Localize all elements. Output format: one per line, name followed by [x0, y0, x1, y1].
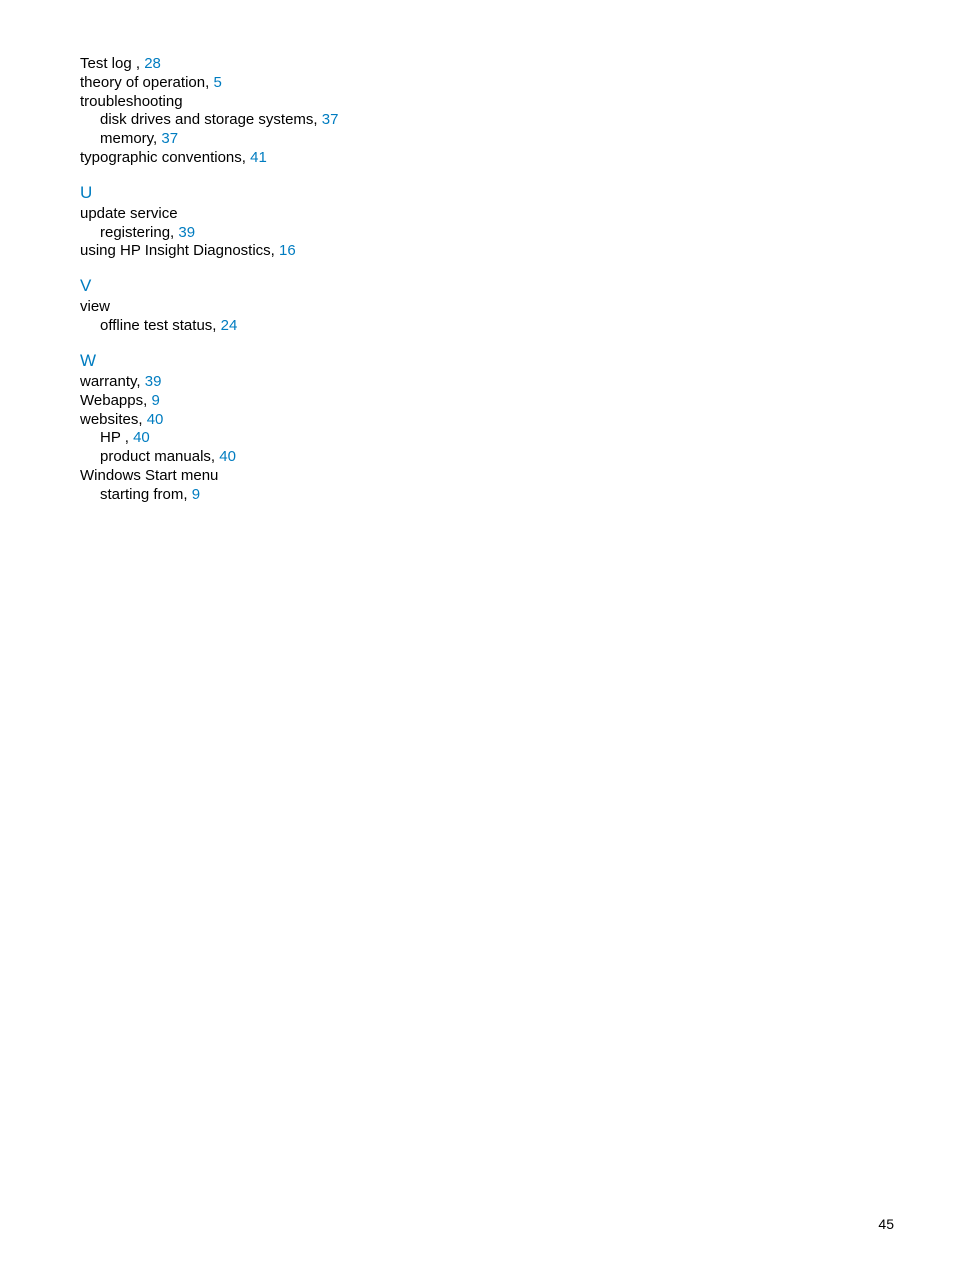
page-ref[interactable]: 40 — [219, 448, 236, 465]
index-text: warranty, — [80, 373, 141, 390]
page-ref[interactable]: 5 — [213, 74, 221, 91]
index-text: theory of operation, — [80, 74, 209, 91]
index-text: offline test status, — [100, 317, 216, 334]
index-subentry-memory: memory, 37 — [80, 130, 894, 149]
index-entry-test-log: Test log , 28 — [80, 55, 894, 74]
index-text: typographic conventions, — [80, 149, 246, 166]
page-number: 45 — [878, 1216, 894, 1234]
page-ref[interactable]: 39 — [145, 373, 162, 390]
page-ref[interactable]: 9 — [192, 486, 200, 503]
page-ref[interactable]: 40 — [147, 411, 164, 428]
index-text: update service — [80, 205, 178, 222]
index-text: memory, — [100, 130, 157, 147]
page-ref[interactable]: 28 — [144, 55, 161, 72]
index-heading-v: V — [80, 275, 894, 296]
index-subentry-hp: HP , 40 — [80, 429, 894, 448]
index-subentry-product-manuals: product manuals, 40 — [80, 448, 894, 467]
index-text: using HP Insight Diagnostics, — [80, 242, 275, 259]
index-entry-websites: websites, 40 — [80, 411, 894, 430]
index-entry-theory: theory of operation, 5 — [80, 74, 894, 93]
page-ref[interactable]: 37 — [322, 111, 339, 128]
index-text: Webapps, — [80, 392, 147, 409]
index-text: HP , — [100, 429, 129, 446]
index-text: starting from, — [100, 486, 188, 503]
index-text: registering, — [100, 224, 174, 241]
index-heading-u: U — [80, 182, 894, 203]
page-ref[interactable]: 41 — [250, 149, 267, 166]
index-text: troubleshooting — [80, 93, 183, 110]
index-text: view — [80, 298, 110, 315]
index-entry-using-insight: using HP Insight Diagnostics, 16 — [80, 242, 894, 261]
index-subentry-disk-drives: disk drives and storage systems, 37 — [80, 111, 894, 130]
index-page: Test log , 28 theory of operation, 5 tro… — [0, 0, 954, 1271]
index-text: product manuals, — [100, 448, 215, 465]
index-entry-update-service: update service — [80, 205, 894, 224]
index-entry-webapps: Webapps, 9 — [80, 392, 894, 411]
page-ref[interactable]: 40 — [133, 429, 150, 446]
page-ref[interactable]: 37 — [161, 130, 178, 147]
index-entry-troubleshooting: troubleshooting — [80, 93, 894, 112]
index-entry-windows-start-menu: Windows Start menu — [80, 467, 894, 486]
index-entry-view: view — [80, 298, 894, 317]
index-entry-typographic: typographic conventions, 41 — [80, 149, 894, 168]
index-subentry-registering: registering, 39 — [80, 224, 894, 243]
page-ref[interactable]: 39 — [178, 224, 195, 241]
index-text: Windows Start menu — [80, 467, 218, 484]
index-subentry-starting-from: starting from, 9 — [80, 486, 894, 505]
index-heading-w: W — [80, 350, 894, 371]
index-text: Test log , — [80, 55, 140, 72]
index-subentry-offline-test-status: offline test status, 24 — [80, 317, 894, 336]
page-ref[interactable]: 24 — [221, 317, 238, 334]
index-entry-warranty: warranty, 39 — [80, 373, 894, 392]
index-text: disk drives and storage systems, — [100, 111, 318, 128]
page-ref[interactable]: 16 — [279, 242, 296, 259]
page-ref[interactable]: 9 — [151, 392, 159, 409]
index-text: websites, — [80, 411, 143, 428]
